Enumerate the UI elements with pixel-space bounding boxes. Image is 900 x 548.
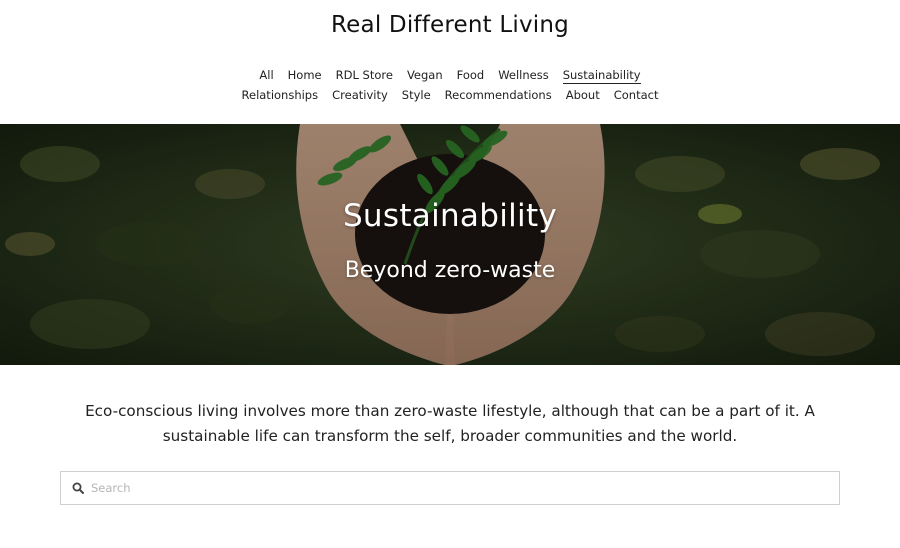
nav-link-relationships[interactable]: Relationships xyxy=(242,87,319,103)
search-input[interactable] xyxy=(91,473,839,503)
site-header: Real Different Living All Home RDL Store… xyxy=(0,0,900,124)
nav-link-wellness[interactable]: Wellness xyxy=(498,67,549,84)
nav-link-all[interactable]: All xyxy=(259,67,273,84)
nav-link-home[interactable]: Home xyxy=(288,67,322,84)
nav-link-rdl-store[interactable]: RDL Store xyxy=(336,67,393,84)
nav-link-style[interactable]: Style xyxy=(402,87,431,103)
nav-row-secondary: Relationships Creativity Style Recommend… xyxy=(0,87,900,103)
search-bar[interactable] xyxy=(60,471,840,505)
intro-text: Eco-conscious living involves more than … xyxy=(85,402,815,445)
nav-link-creativity[interactable]: Creativity xyxy=(332,87,388,103)
hero-title: Sustainability xyxy=(342,198,558,234)
hero-banner: Sustainability Beyond zero-waste xyxy=(0,124,900,365)
site-title[interactable]: Real Different Living xyxy=(0,12,900,38)
nav-link-recommendations[interactable]: Recommendations xyxy=(445,87,552,103)
hero-image xyxy=(0,124,900,365)
nav-link-food[interactable]: Food xyxy=(457,67,485,84)
nav-row-primary: All Home RDL Store Vegan Food Wellness S… xyxy=(0,67,900,84)
search-icon xyxy=(72,482,84,494)
nav-link-vegan[interactable]: Vegan xyxy=(407,67,443,84)
nav-link-contact[interactable]: Contact xyxy=(614,87,659,103)
nav-link-about[interactable]: About xyxy=(566,87,600,103)
hero-subtitle: Beyond zero-waste xyxy=(344,258,556,283)
nav-link-sustainability[interactable]: Sustainability xyxy=(562,67,641,84)
